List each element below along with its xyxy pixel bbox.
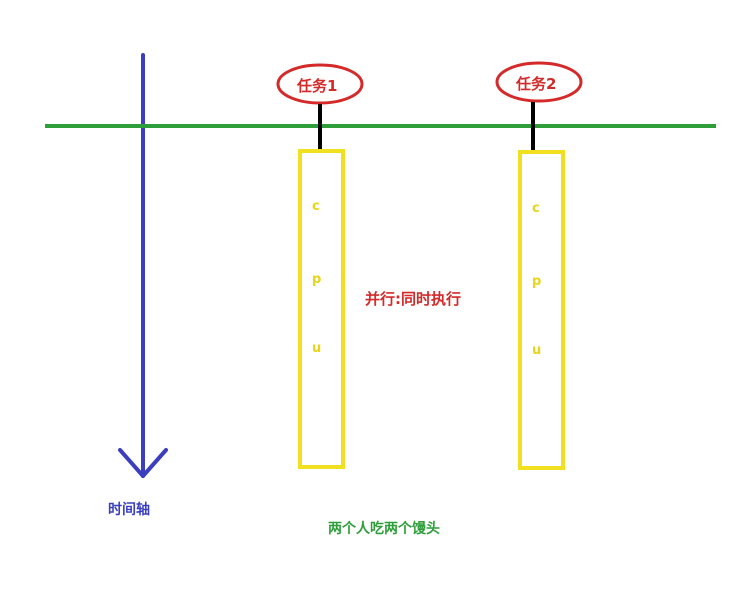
task-2-cpu-box: [518, 150, 565, 470]
task-1-cpu-box: [298, 149, 345, 469]
task-1-cpu-letter-u: u: [312, 341, 322, 356]
parallel-label: 并行:同时执行: [365, 290, 461, 308]
task-1-cpu-letter-c: c: [312, 199, 320, 214]
task-1-cpu-letter-p: p: [312, 272, 322, 287]
task-1-label: 任务1: [297, 77, 338, 95]
caption-label: 两个人吃两个馒头: [328, 521, 440, 537]
task-2-cpu-letter-u: u: [532, 343, 542, 358]
task-2-cpu-letter-p: p: [532, 274, 542, 289]
task-2-cpu-letter-c: c: [532, 201, 540, 216]
task-2-label: 任务2: [516, 75, 557, 93]
time-axis-label: 时间轴: [108, 502, 150, 518]
